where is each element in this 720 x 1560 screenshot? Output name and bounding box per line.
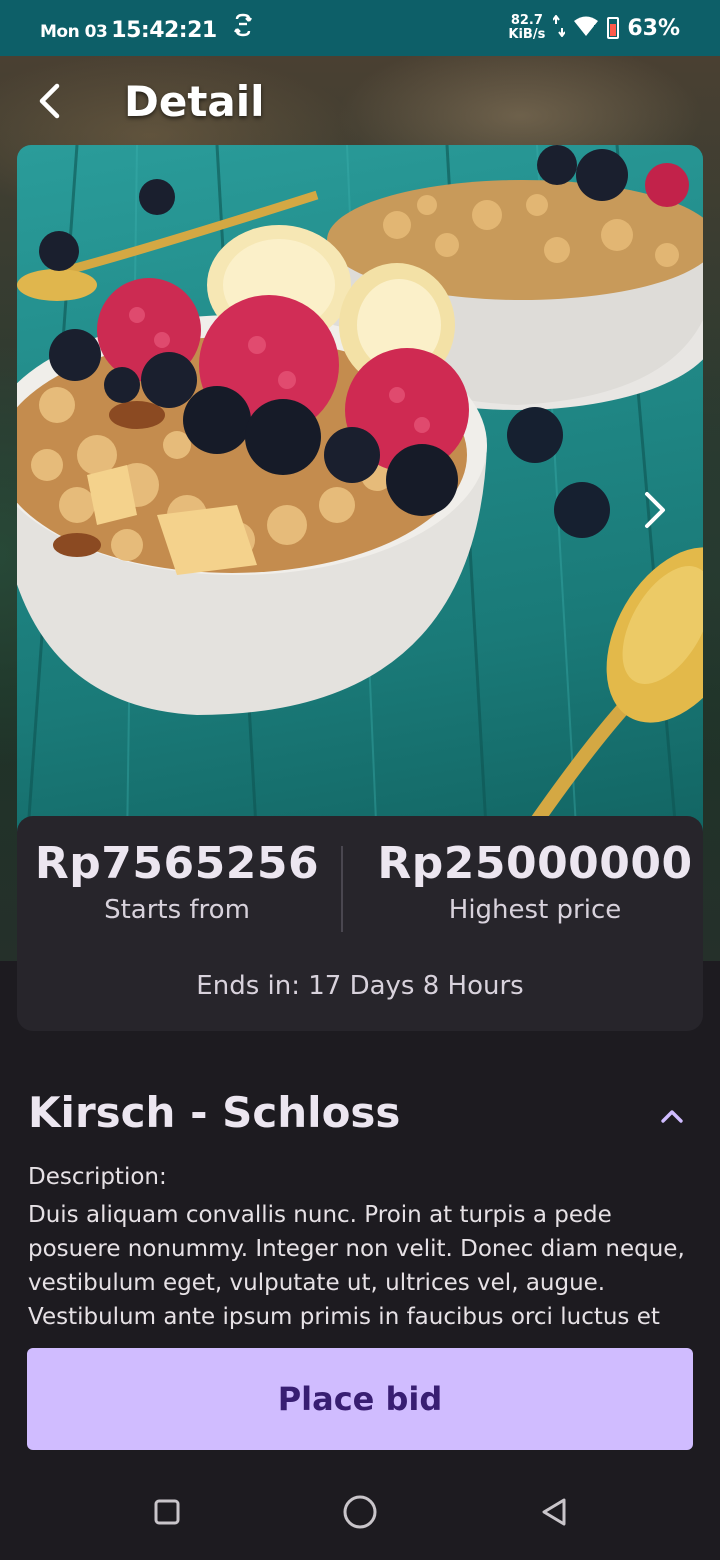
starting-price: Rp7565256 bbox=[34, 838, 320, 889]
recents-square-icon bbox=[154, 1499, 180, 1525]
back-button[interactable] bbox=[20, 71, 80, 131]
chevron-right-icon bbox=[645, 492, 665, 528]
place-bid-button[interactable]: Place bid bbox=[27, 1348, 693, 1450]
status-indicators: 82.7 KiB/s 63% bbox=[508, 14, 680, 42]
status-time: 15:42:21 bbox=[111, 18, 217, 43]
description-label: Description: bbox=[28, 1164, 167, 1190]
home-circle-icon bbox=[343, 1495, 377, 1529]
collapse-description-button[interactable] bbox=[648, 1092, 696, 1140]
price-divider bbox=[341, 846, 343, 932]
back-triangle-icon bbox=[542, 1498, 566, 1526]
item-image-carousel[interactable] bbox=[17, 145, 703, 845]
highest-price-block: Rp25000000 Highest price bbox=[367, 838, 703, 925]
data-arrows-icon bbox=[552, 13, 567, 42]
highest-price: Rp25000000 bbox=[377, 838, 693, 889]
network-speed-unit: KiB/s bbox=[508, 27, 546, 42]
status-bar: Mon 03 15:42:21 82.7 KiB/s 63% bbox=[0, 0, 720, 56]
page-title: Detail bbox=[124, 76, 265, 126]
system-nav-bar bbox=[0, 1470, 720, 1560]
highest-price-label: Highest price bbox=[448, 895, 622, 925]
price-card: Rp7565256 Starts from Rp25000000 Highest… bbox=[17, 816, 703, 1031]
battery-percent: 63% bbox=[627, 15, 680, 41]
recents-button[interactable] bbox=[137, 1490, 197, 1534]
starting-price-label: Starts from bbox=[104, 895, 250, 925]
network-speed: 82.7 KiB/s bbox=[508, 14, 545, 42]
chevron-up-icon bbox=[661, 1110, 683, 1123]
sync-icon bbox=[233, 13, 253, 42]
wifi-icon bbox=[573, 15, 599, 42]
granola-bowl-image bbox=[17, 145, 703, 845]
status-clock: Mon 03 15:42:21 bbox=[40, 13, 253, 43]
status-day: Mon 03 bbox=[40, 22, 108, 42]
starting-price-block: Rp7565256 Starts from bbox=[17, 838, 337, 925]
network-speed-value: 82.7 bbox=[510, 13, 543, 28]
chevron-left-icon bbox=[39, 83, 60, 119]
description-text: Duis aliquam convallis nunc. Proin at tu… bbox=[28, 1202, 685, 1330]
next-image-button[interactable] bbox=[625, 480, 685, 540]
top-app-bar: Detail bbox=[0, 56, 720, 146]
system-back-button[interactable] bbox=[524, 1490, 584, 1534]
auction-ends-in: Ends in: 17 Days 8 Hours bbox=[196, 971, 524, 1001]
battery-icon bbox=[607, 17, 620, 39]
item-title: Kirsch - Schloss bbox=[28, 1088, 401, 1137]
home-button[interactable] bbox=[330, 1490, 390, 1534]
detail-screen: Mon 03 15:42:21 82.7 KiB/s 63% Detail Rp… bbox=[0, 0, 720, 1560]
